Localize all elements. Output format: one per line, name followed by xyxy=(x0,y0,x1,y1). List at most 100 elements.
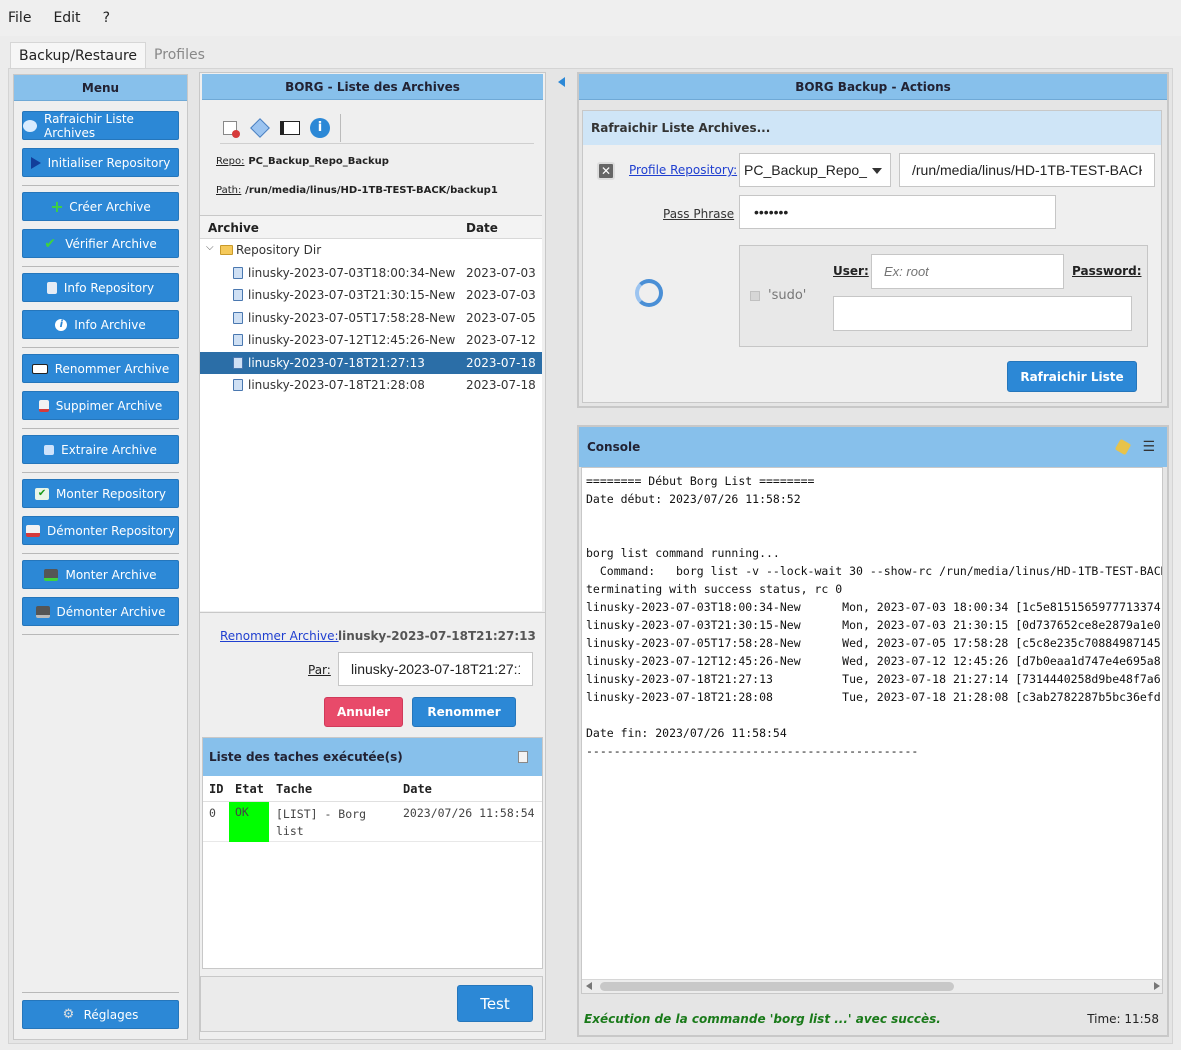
toolbar-separator xyxy=(340,114,341,142)
passphrase-input[interactable] xyxy=(739,195,1056,229)
actions-panel: BORG Backup - Actions Rafraichir Liste A… xyxy=(577,72,1169,408)
unmount-icon xyxy=(26,524,41,537)
delete-icon xyxy=(38,399,49,412)
collapse-left-icon[interactable] xyxy=(558,77,565,87)
tab-content: Menu Rafraichir Liste Archives Initialis… xyxy=(8,68,1173,1044)
archive-row[interactable]: linusky-2023-07-05T17:58:28-New 2023-07-0… xyxy=(200,307,542,329)
info-icon[interactable]: i xyxy=(310,118,330,138)
verify-archive-button[interactable]: ✔ Vérifier Archive xyxy=(22,229,179,258)
pass-label: Pass Phrase xyxy=(663,207,735,221)
create-archive-button[interactable]: + Créer Archive xyxy=(22,192,179,221)
col-date[interactable]: Date xyxy=(403,782,432,796)
check-icon: ✔ xyxy=(44,235,56,252)
task-status: OK xyxy=(229,802,269,842)
tab-backup-restaure[interactable]: Backup/Restaure xyxy=(10,42,147,70)
mount-repository-button[interactable]: ✔ Monter Repository xyxy=(22,479,179,508)
dropdown-arrow-icon xyxy=(872,168,882,174)
scroll-left-icon[interactable] xyxy=(586,982,592,990)
menu-edit[interactable]: Edit xyxy=(53,10,80,26)
tasks-table-header: ID Etat Tache Date xyxy=(203,776,542,802)
user-input[interactable] xyxy=(871,254,1064,289)
col-date[interactable]: Date xyxy=(466,221,498,235)
refresh-list-button[interactable]: Rafraichir Liste xyxy=(1007,361,1137,392)
settings-button[interactable]: ⚙ Réglages xyxy=(22,1000,179,1029)
wrap-text-icon[interactable]: ☰ xyxy=(1142,439,1155,455)
profile-select[interactable]: PC_Backup_Repo_Backup xyxy=(739,153,891,187)
path-input[interactable] xyxy=(899,153,1155,187)
info-archive-button[interactable]: i Info Archive xyxy=(22,310,179,339)
rename-label: Renommer Archive: xyxy=(220,629,339,643)
tab-profiles[interactable]: Profiles xyxy=(146,42,213,70)
archive-row[interactable]: linusky-2023-07-03T18:00:34-New 2023-07-0… xyxy=(200,262,542,284)
cancel-button[interactable]: Annuler xyxy=(324,697,403,727)
rename-archive-button[interactable]: Renommer Archive xyxy=(22,354,179,383)
document-icon xyxy=(46,281,57,294)
archive-doc-icon xyxy=(233,357,243,369)
separator xyxy=(22,185,179,186)
delete-archive-button[interactable]: Suppimer Archive xyxy=(22,391,179,420)
sudo-group: 'sudo' User: Password: xyxy=(739,245,1148,347)
task-row[interactable]: 0 OK [LIST] - Borg list 2023/07/26 11:58… xyxy=(203,802,542,842)
archive-row[interactable]: linusky-2023-07-12T12:45:26-New 2023-07-1… xyxy=(200,329,542,351)
task-date: 2023/07/26 11:58:54 xyxy=(403,806,535,820)
rename-input[interactable] xyxy=(338,652,533,686)
rename-button[interactable]: Renommer xyxy=(412,697,516,727)
main-tabs: Backup/Restaure Profiles xyxy=(10,42,213,70)
path-value: /run/media/linus/HD-1TB-TEST-BACK/backup… xyxy=(245,185,498,196)
archive-row-selected[interactable]: linusky-2023-07-18T21:27:13 2023-07-18 xyxy=(200,352,542,374)
test-button[interactable]: Test xyxy=(457,985,533,1022)
separator xyxy=(22,428,179,429)
broom-icon[interactable] xyxy=(1114,438,1132,456)
profile-label[interactable]: Profile Repository: xyxy=(629,163,737,177)
menu-title: Menu xyxy=(14,75,187,101)
clear-list-icon[interactable] xyxy=(518,751,528,763)
test-bar: Test xyxy=(200,976,543,1032)
archive-doc-icon xyxy=(233,379,243,391)
archive-table-header: Archive Date xyxy=(200,215,542,239)
archive-tree: ⌵ Repository Dir linusky-2023-07-03T18:0… xyxy=(200,239,542,611)
sudo-checkbox[interactable] xyxy=(750,291,760,301)
path-label: Path: xyxy=(216,185,242,196)
menu-file[interactable]: File xyxy=(8,10,31,26)
rename-field-icon[interactable] xyxy=(280,118,300,138)
chevron-down-icon[interactable]: ⌵ xyxy=(206,242,214,253)
separator xyxy=(22,634,179,635)
archives-panel: BORG - Liste des Archives i Repo: PC_Bac… xyxy=(199,72,546,1040)
col-archive[interactable]: Archive xyxy=(208,221,259,235)
extract-box-icon[interactable] xyxy=(250,118,270,138)
divider xyxy=(220,143,534,144)
unmount-repository-button[interactable]: Démonter Repository xyxy=(22,516,179,545)
tree-root[interactable]: ⌵ Repository Dir xyxy=(200,239,542,261)
console-title: Console xyxy=(587,440,641,454)
horizontal-scrollbar[interactable] xyxy=(582,979,1162,993)
refresh-icon[interactable] xyxy=(635,279,663,307)
console-output[interactable]: ======== Début Borg List ======== Date d… xyxy=(581,467,1163,994)
list-delete-icon[interactable] xyxy=(220,118,240,138)
password-input[interactable] xyxy=(833,296,1132,331)
tree-root-label: Repository Dir xyxy=(236,243,322,257)
archive-doc-icon xyxy=(233,334,243,346)
col-id[interactable]: ID xyxy=(209,782,223,796)
separator xyxy=(22,472,179,473)
info-repository-button[interactable]: Info Repository xyxy=(22,273,179,302)
init-repository-button[interactable]: Initialiser Repository xyxy=(22,148,179,177)
unmount-archive-button[interactable]: Démonter Archive xyxy=(22,597,179,626)
rename-section: Renommer Archive: linusky-2023-07-18T21:… xyxy=(200,612,545,728)
close-icon[interactable]: ✕ xyxy=(597,162,615,180)
col-etat[interactable]: Etat xyxy=(235,782,264,796)
archive-row[interactable]: linusky-2023-07-03T21:30:15-New 2023-07-0… xyxy=(200,284,542,306)
mount-archive-button[interactable]: Monter Archive xyxy=(22,560,179,589)
archives-toolbar: i xyxy=(220,113,341,143)
user-label: User: xyxy=(833,264,869,278)
scroll-right-icon[interactable] xyxy=(1154,982,1160,990)
archives-title: BORG - Liste des Archives xyxy=(202,74,543,100)
menu-help[interactable]: ? xyxy=(103,10,110,26)
refresh-icon xyxy=(23,119,37,132)
menu-bar: File Edit ? xyxy=(0,0,1181,36)
tasks-panel: Liste des taches exécutée(s) ID Etat Tac… xyxy=(202,737,543,969)
scrollbar-thumb[interactable] xyxy=(600,982,954,991)
col-tache[interactable]: Tache xyxy=(276,782,312,796)
refresh-archives-button[interactable]: Rafraichir Liste Archives xyxy=(22,111,179,140)
archive-row[interactable]: linusky-2023-07-18T21:28:08 2023-07-18 xyxy=(200,374,542,396)
extract-archive-button[interactable]: Extraire Archive xyxy=(22,435,179,464)
